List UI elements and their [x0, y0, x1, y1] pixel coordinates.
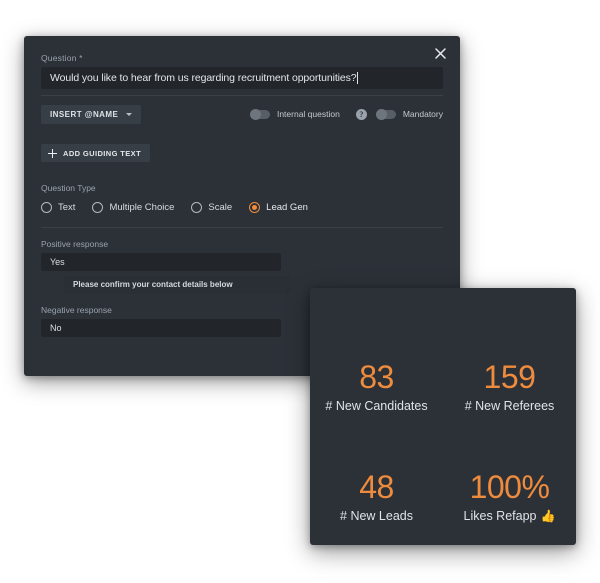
- radio-circle-icon: [92, 201, 104, 213]
- radio-circle-selected-icon: [249, 201, 261, 213]
- stat-value: 100%: [469, 469, 550, 505]
- stat-card-new-leads: 48 # New Leads: [310, 417, 443, 546]
- stats-panel: 83 # New Candidates 159 # New Referees 4…: [310, 288, 576, 545]
- chevron-down-icon: [126, 112, 133, 116]
- section-divider: [41, 226, 443, 228]
- question-input[interactable]: Would you like to hear from us regarding…: [41, 67, 443, 90]
- mandatory-label: Mandatory: [402, 109, 443, 120]
- plus-icon: [48, 148, 57, 158]
- radio-label: Scale: [208, 201, 233, 213]
- radio-label: Text: [58, 201, 76, 213]
- stat-label-text: # New Leads: [340, 509, 413, 523]
- mandatory-toggle[interactable]: [375, 108, 396, 120]
- toggle-knob: [249, 108, 261, 120]
- question-input-value: Would you like to hear from us regarding…: [50, 72, 357, 85]
- stat-label: # New Candidates: [325, 399, 427, 413]
- guiding-text-value: Please confirm your contact details belo…: [73, 280, 233, 290]
- stat-value: 83: [359, 358, 394, 395]
- internal-question-label: Internal question: [276, 109, 340, 120]
- thumbs-up-icon: 👍: [540, 509, 556, 523]
- negative-response-input[interactable]: No: [41, 318, 281, 337]
- guiding-text-input[interactable]: Please confirm your contact details belo…: [64, 275, 291, 294]
- radio-option-text[interactable]: Text: [41, 201, 76, 213]
- positive-response-label: Positive response: [41, 238, 109, 249]
- question-type-radio-group: Text Multiple Choice Scale Lead Gen: [41, 201, 443, 213]
- stat-label: Likes Refapp 👍: [464, 509, 556, 523]
- radio-label: Multiple Choice: [109, 201, 175, 213]
- negative-response-value: No: [50, 322, 62, 333]
- internal-question-toggle[interactable]: [249, 108, 270, 120]
- toggle-knob: [375, 108, 387, 120]
- stat-value: 48: [359, 469, 394, 505]
- add-guiding-text-button[interactable]: ADD GUIDING TEXT: [41, 144, 151, 163]
- insert-name-button[interactable]: INSERT @NAME: [41, 104, 142, 124]
- question-label: Question *: [41, 53, 83, 63]
- stat-card-new-referees: 159 # New Referees: [443, 288, 576, 417]
- close-button[interactable]: [429, 42, 451, 64]
- radio-circle-icon: [41, 201, 52, 213]
- insert-name-label: INSERT @NAME: [50, 109, 119, 119]
- stat-card-new-candidates: 83 # New Candidates: [310, 288, 443, 417]
- close-icon: [434, 47, 446, 59]
- radio-option-lead-gen[interactable]: Lead Gen: [249, 201, 308, 213]
- question-field-underline: [41, 95, 443, 97]
- stats-grid: 83 # New Candidates 159 # New Referees 4…: [310, 288, 576, 545]
- add-guiding-text-label: ADD GUIDING TEXT: [63, 148, 142, 158]
- stat-value: 159: [483, 358, 536, 395]
- radio-option-scale[interactable]: Scale: [191, 201, 233, 213]
- positive-response-input[interactable]: Yes: [41, 252, 281, 271]
- text-caret: [356, 72, 358, 85]
- radio-option-multiple-choice[interactable]: Multiple Choice: [92, 201, 175, 213]
- controls-row: INSERT @NAME Internal question ? Mandato…: [41, 104, 443, 124]
- stat-label-text: Likes Refapp: [463, 509, 537, 523]
- positive-response-value: Yes: [50, 256, 65, 267]
- question-type-label: Question Type: [41, 182, 96, 193]
- stat-label: # New Leads: [340, 509, 413, 523]
- radio-circle-icon: [191, 201, 203, 213]
- radio-label: Lead Gen: [266, 201, 308, 213]
- stat-label-text: # New Referees: [464, 398, 555, 413]
- stat-label-text: # New Candidates: [325, 398, 428, 413]
- toggles-group: Internal question ? Mandatory: [249, 108, 443, 120]
- help-icon[interactable]: ?: [355, 108, 367, 120]
- stat-label: # New Referees: [465, 399, 555, 413]
- stat-card-likes-refapp: 100% Likes Refapp 👍: [443, 417, 576, 546]
